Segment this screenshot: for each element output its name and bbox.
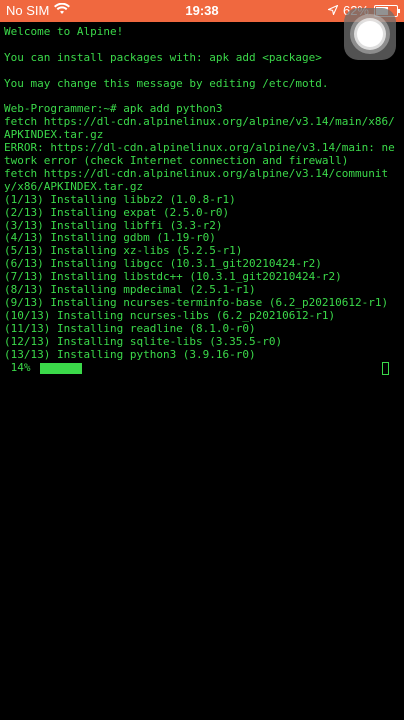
- terminal-line: fetch https://dl-cdn.alpinelinux.org/alp…: [4, 166, 389, 193]
- terminal-line: (11/13) Installing readline (8.1.0-r0): [4, 321, 256, 335]
- terminal-line: (10/13) Installing ncurses-libs (6.2_p20…: [4, 308, 336, 322]
- terminal-line: (9/13) Installing ncurses-terminfo-base …: [4, 295, 389, 309]
- terminal-line: Welcome to Alpine!: [4, 25, 124, 38]
- progress-percent: 14%: [4, 360, 31, 374]
- progress-row: 14%: [4, 360, 400, 376]
- terminal-output: Welcome to Alpine! You can install packag…: [4, 25, 400, 362]
- terminal-line: (1/13) Installing libbz2 (1.0.8-r1): [4, 192, 236, 206]
- terminal-line: fetch https://dl-cdn.alpinelinux.org/alp…: [4, 115, 395, 142]
- terminal-line: (2/13) Installing expat (2.5.0-r0): [4, 205, 230, 219]
- terminal-line: You may change this message by editing /…: [4, 76, 329, 90]
- terminal-line: You can install packages with: apk add <…: [4, 50, 322, 64]
- terminal-line: (12/13) Installing sqlite-libs (3.35.5-r…: [4, 334, 283, 348]
- assistive-touch-icon[interactable]: [344, 8, 396, 60]
- terminal-cursor: [382, 361, 389, 375]
- progress-bar: [40, 362, 82, 374]
- terminal-line: ERROR: https://dl-cdn.alpinelinux.org/al…: [4, 141, 395, 168]
- location-arrow-icon: [326, 3, 339, 18]
- terminal-view[interactable]: Welcome to Alpine! You can install packag…: [4, 25, 400, 376]
- terminal-line: (13/13) Installing python3 (3.9.16-r0): [4, 347, 256, 361]
